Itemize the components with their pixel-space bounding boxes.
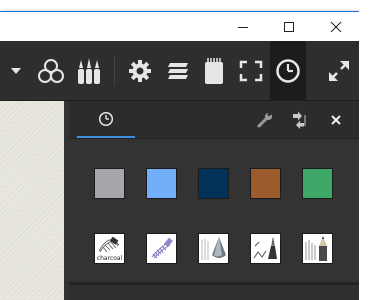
history-panel: charcoal: [69, 101, 359, 300]
title-bar: [0, 11, 359, 41]
purple-chalk-brush-icon: [151, 237, 173, 259]
sketchbook-icon: [205, 57, 223, 84]
close-icon: [331, 114, 341, 125]
recent-color-swatch[interactable]: [302, 168, 333, 199]
app-window: charcoal: [0, 11, 359, 300]
recent-tool-charcoal[interactable]: charcoal: [94, 233, 125, 264]
brush-library-button[interactable]: [72, 41, 106, 100]
minimize-icon: [238, 26, 248, 28]
wrench-icon: [257, 111, 273, 127]
tab-history[interactable]: [77, 101, 135, 138]
minimize-button[interactable]: [220, 12, 266, 41]
airbrush-cone-icon: [201, 237, 226, 260]
ink-pen-icon: [253, 237, 277, 259]
recent-color-swatch[interactable]: [146, 168, 177, 199]
expand-button[interactable]: [322, 41, 356, 100]
close-window-button[interactable]: [312, 12, 359, 41]
main-toolbar: [0, 41, 359, 101]
fullscreen-icon: [239, 60, 263, 81]
layers-icon: [168, 62, 188, 79]
panel-swap-button[interactable]: [287, 101, 313, 138]
color-editor-button[interactable]: [34, 41, 68, 100]
settings-gear-icon: [129, 59, 151, 82]
fullscreen-button[interactable]: [234, 41, 268, 100]
recent-color-swatch[interactable]: [198, 168, 229, 199]
toolbar-separator: [114, 56, 115, 86]
dropdown-caret-icon: [11, 67, 21, 74]
layers-button[interactable]: [160, 41, 196, 100]
clock-icon: [98, 111, 114, 126]
maximize-button[interactable]: [266, 12, 312, 41]
panel-settings-button[interactable]: [252, 101, 278, 138]
panel-close-button[interactable]: [323, 101, 349, 138]
pencil-icon: [305, 236, 327, 261]
panel-lower-section: [69, 285, 359, 300]
brushes-icon: [78, 57, 100, 84]
drawing-canvas[interactable]: [0, 101, 64, 300]
close-icon: [330, 21, 341, 32]
recent-color-swatch[interactable]: [94, 168, 125, 199]
recent-tool-ink-pen[interactable]: [250, 233, 281, 264]
desktop-background: [359, 11, 370, 300]
history-button[interactable]: [270, 41, 306, 100]
toolbar-dropdown-button[interactable]: [6, 41, 26, 100]
preferences-button[interactable]: [124, 41, 156, 100]
recent-color-swatch[interactable]: [250, 168, 281, 199]
swap-icon: [293, 111, 306, 129]
recent-tool-airbrush[interactable]: [198, 233, 229, 264]
recent-tool-chalk[interactable]: [146, 233, 177, 264]
sketchbook-button[interactable]: [198, 41, 230, 100]
tool-label: charcoal: [96, 255, 123, 262]
color-circles-icon: [38, 58, 64, 83]
maximize-icon: [284, 21, 294, 32]
expand-icon: [329, 60, 349, 81]
clock-icon: [276, 58, 300, 83]
recent-tool-pencil[interactable]: [302, 233, 333, 264]
panel-tab-bar: [69, 101, 359, 139]
